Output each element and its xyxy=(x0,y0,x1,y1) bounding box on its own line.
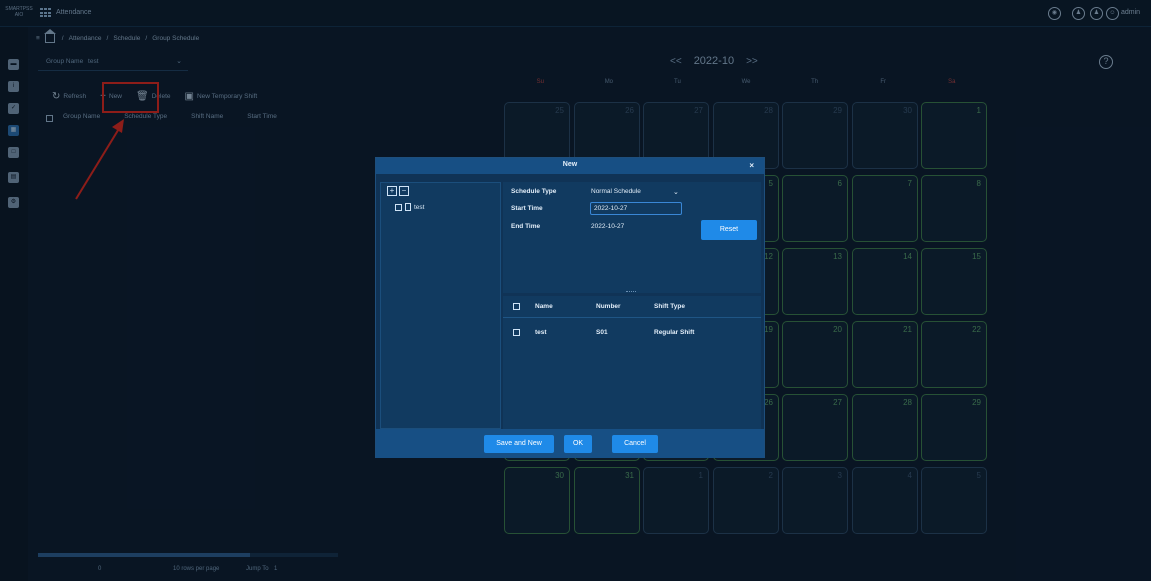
close-icon[interactable]: × xyxy=(749,161,754,170)
row-shift-type: Regular Shift xyxy=(654,329,695,336)
start-time-input[interactable] xyxy=(590,202,682,215)
row-name: test xyxy=(535,329,547,336)
new-schedule-dialog: New × + − test Schedule Type Normal Sche… xyxy=(375,157,765,458)
cancel-button[interactable]: Cancel xyxy=(612,435,658,453)
start-time-label: Start Time xyxy=(511,205,543,212)
column-number: Number xyxy=(596,303,621,310)
tree-tools: + − xyxy=(387,186,409,196)
pane-splitter[interactable] xyxy=(626,291,636,293)
group-tree-pane: + − test xyxy=(380,182,501,429)
schedule-type-label: Schedule Type xyxy=(511,188,557,195)
expand-all-button[interactable]: + xyxy=(387,186,397,196)
column-shift-type: Shift Type xyxy=(654,303,685,310)
row-checkbox[interactable] xyxy=(513,329,520,336)
row-number: S01 xyxy=(596,329,608,336)
tree-item-checkbox[interactable] xyxy=(395,203,402,211)
shift-table-header: Name Number Shift Type xyxy=(503,296,761,318)
schedule-form: Schedule Type Normal Schedule ⌄ Start Ti… xyxy=(503,182,761,293)
tree-item-test[interactable]: test xyxy=(395,203,424,211)
collapse-all-button[interactable]: − xyxy=(399,186,409,196)
save-and-new-button[interactable]: Save and New xyxy=(484,435,554,453)
shift-table: Name Number Shift Type test S01 Regular … xyxy=(503,296,761,429)
dialog-title: New xyxy=(562,161,578,168)
dialog-footer: Save and New OK Cancel xyxy=(376,429,764,458)
column-name: Name xyxy=(535,303,553,310)
ok-button[interactable]: OK xyxy=(564,435,592,453)
document-icon xyxy=(405,203,411,211)
table-row[interactable]: test S01 Regular Shift xyxy=(503,322,761,340)
dialog-header: New × xyxy=(376,158,764,174)
tree-item-label: test xyxy=(414,203,425,211)
reset-button[interactable]: Reset xyxy=(701,220,757,240)
select-all-shifts-checkbox[interactable] xyxy=(513,303,520,310)
end-time-label: End Time xyxy=(511,223,541,230)
end-time-value[interactable]: 2022-10-27 xyxy=(591,223,624,230)
chevron-down-icon[interactable]: ⌄ xyxy=(673,188,679,196)
schedule-type-select[interactable]: Normal Schedule xyxy=(591,188,641,195)
